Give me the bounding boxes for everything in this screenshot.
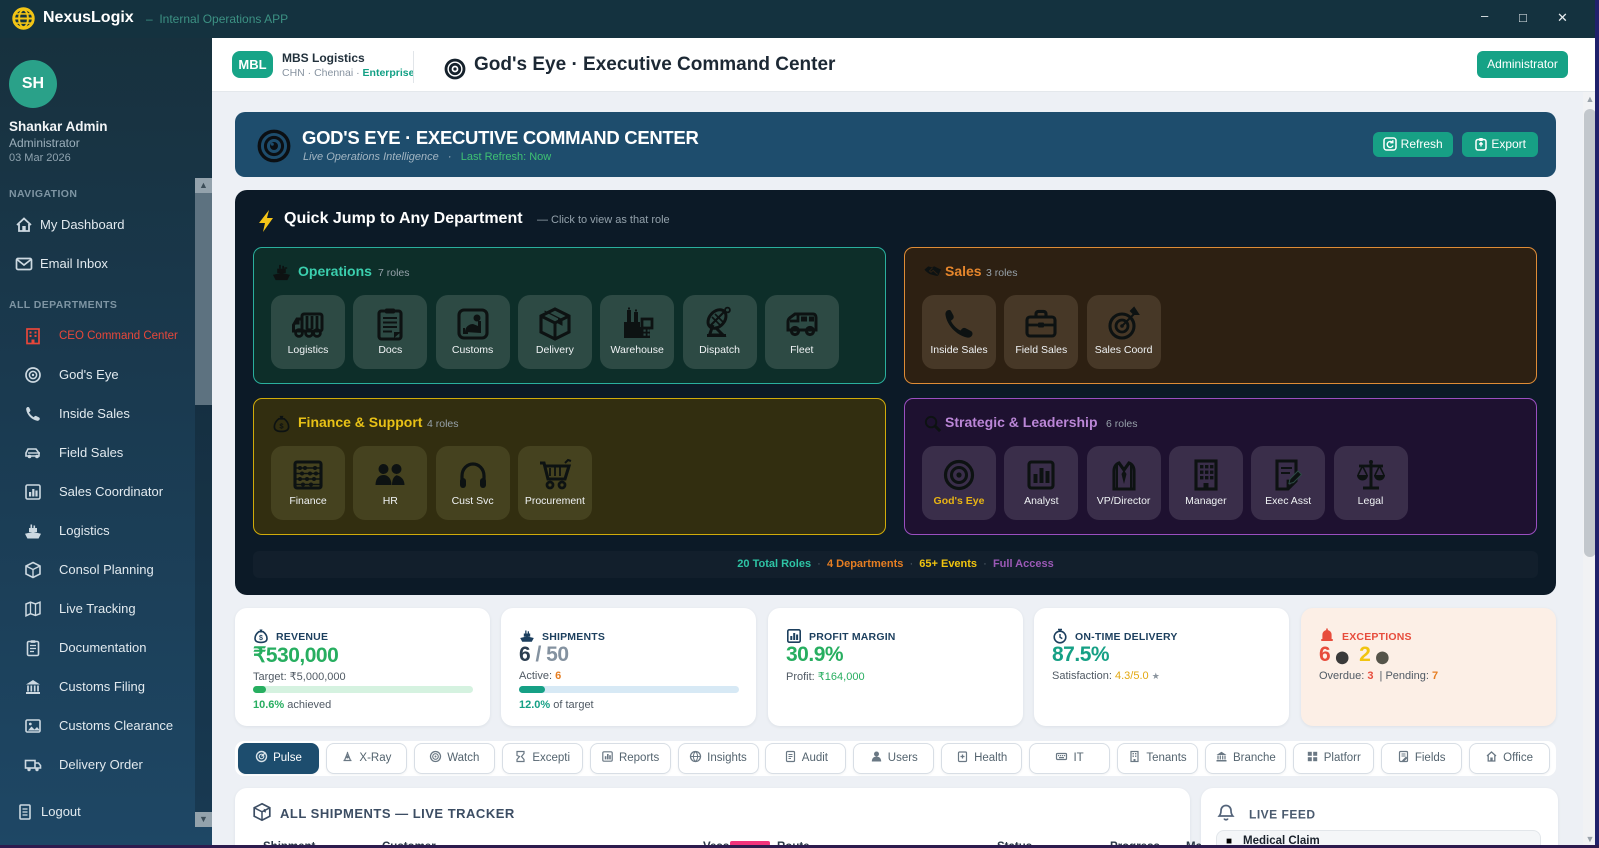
svg-text:$: $ bbox=[259, 635, 263, 642]
svg-text:$: $ bbox=[279, 421, 284, 430]
